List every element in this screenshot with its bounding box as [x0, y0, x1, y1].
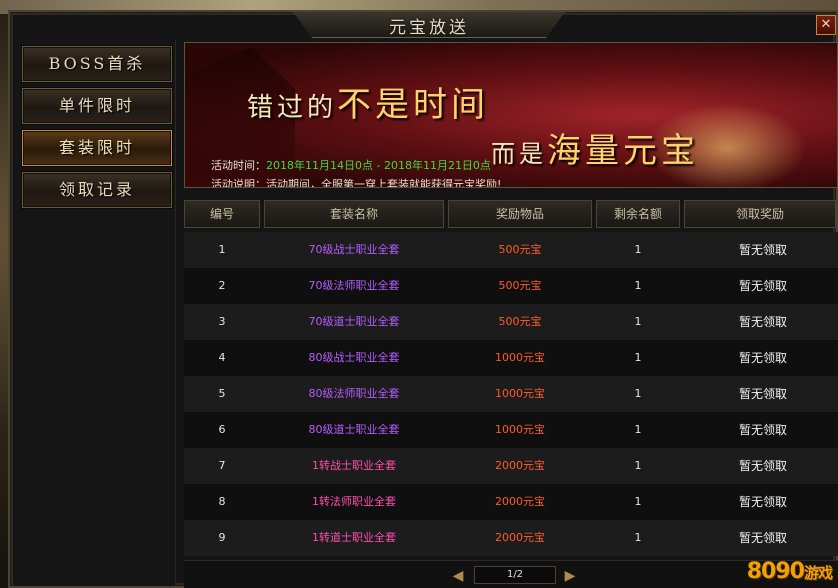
cell-set-name: 70级道士职业全套: [308, 315, 400, 328]
cell-claim-status[interactable]: 暂无领取: [684, 304, 838, 340]
slogan-2-highlight: 海量元宝: [547, 131, 699, 171]
cell-set-name: 80级战士职业全套: [308, 351, 400, 364]
cell-set-name: 70级战士职业全套: [308, 243, 400, 256]
cell-claim-status[interactable]: 暂无领取: [684, 484, 838, 520]
yuanbao-window: 元宝放送 ✕ BOSS首杀 单件限时 套装限时 领取记录 错过的不是时间 而是海…: [8, 10, 838, 588]
cell-id: 2: [218, 279, 226, 292]
watermark-digits: 8090: [746, 559, 805, 584]
cell-remaining: 1: [634, 495, 642, 508]
table-row: 6 80级道士职业全套 1000元宝 1 暂无领取: [184, 412, 838, 448]
cell-claim-status[interactable]: 暂无领取: [684, 520, 838, 556]
header-reward: 奖励物品: [448, 200, 592, 228]
cell-set-name: 1转法师职业全套: [312, 495, 396, 508]
cell-set-name: 80级道士职业全套: [308, 423, 400, 436]
table-row: 8 1转法师职业全套 2000元宝 1 暂无领取: [184, 484, 838, 520]
window-title: 元宝放送: [389, 18, 469, 38]
cell-claim-status[interactable]: 暂无领取: [684, 376, 838, 412]
cell-claim-status[interactable]: 暂无领取: [684, 268, 838, 304]
cell-remaining: 1: [634, 423, 642, 436]
cell-set-name: 1转道士职业全套: [312, 531, 396, 544]
cell-id: 3: [218, 315, 226, 328]
cell-remaining: 1: [634, 243, 642, 256]
cell-id: 1: [218, 243, 226, 256]
banner-slogan-2: 而是海量元宝: [491, 123, 699, 172]
prev-page-arrow-icon[interactable]: ◀: [450, 568, 466, 584]
sidebar-item-claim-records[interactable]: 领取记录: [22, 172, 172, 208]
page-indicator: 1/2: [474, 566, 556, 584]
cell-id: 6: [218, 423, 226, 436]
cell-reward: 1000元宝: [495, 423, 545, 436]
cell-id: 5: [218, 387, 226, 400]
pager: ◀ 1/2 ▶: [184, 560, 838, 588]
cell-claim-status[interactable]: 暂无领取: [684, 448, 838, 484]
table-body: 1 70级战士职业全套 500元宝 1 暂无领取 2 70级法师职业全套 500元宝 1 暂无领取…: [184, 232, 838, 556]
cell-remaining: 1: [634, 531, 642, 544]
slogan-2-prefix: 而是: [491, 140, 547, 168]
header-claim: 领取奖励: [684, 200, 836, 228]
cell-reward: 1000元宝: [495, 387, 545, 400]
cell-remaining: 1: [634, 459, 642, 472]
sidebar-item-set-limited[interactable]: 套装限时: [22, 130, 172, 166]
event-time-value: 2018年11月14日0点 - 2018年11月21日0点: [266, 159, 491, 172]
cell-claim-status[interactable]: 暂无领取: [684, 232, 838, 268]
cell-remaining: 1: [634, 351, 642, 364]
header-set-name: 套装名称: [264, 200, 444, 228]
cell-reward: 500元宝: [498, 279, 542, 292]
cell-reward: 500元宝: [498, 315, 542, 328]
watermark-cn: 游戏: [803, 564, 833, 582]
sidebar: BOSS首杀 单件限时 套装限时 领取记录: [14, 40, 176, 586]
table-row: 5 80级法师职业全套 1000元宝 1 暂无领取: [184, 376, 838, 412]
cell-claim-status[interactable]: 暂无领取: [684, 340, 838, 376]
sidebar-item-boss-first-kill[interactable]: BOSS首杀: [22, 46, 172, 82]
cell-reward: 1000元宝: [495, 351, 545, 364]
next-page-arrow-icon[interactable]: ▶: [562, 568, 578, 584]
table-row: 2 70级法师职业全套 500元宝 1 暂无领取: [184, 268, 838, 304]
table-header: 编号 套装名称 奖励物品 剩余名额 领取奖励: [184, 196, 838, 230]
table-row: 3 70级道士职业全套 500元宝 1 暂无领取: [184, 304, 838, 340]
cell-reward: 500元宝: [498, 243, 542, 256]
cell-remaining: 1: [634, 387, 642, 400]
cell-remaining: 1: [634, 279, 642, 292]
cell-id: 9: [218, 531, 226, 544]
cell-remaining: 1: [634, 315, 642, 328]
banner-slogan-1: 错过的不是时间: [247, 77, 489, 126]
event-time: 活动时间：2018年11月14日0点 - 2018年11月21日0点: [211, 157, 491, 173]
table-row: 7 1转战士职业全套 2000元宝 1 暂无领取: [184, 448, 838, 484]
cell-id: 4: [218, 351, 226, 364]
header-id: 编号: [184, 200, 260, 228]
table-row: 1 70级战士职业全套 500元宝 1 暂无领取: [184, 232, 838, 268]
cell-set-name: 70级法师职业全套: [308, 279, 400, 292]
close-button[interactable]: ✕: [816, 15, 836, 35]
cell-claim-status[interactable]: 暂无领取: [684, 412, 838, 448]
cell-reward: 2000元宝: [495, 531, 545, 544]
cell-reward: 2000元宝: [495, 459, 545, 472]
table-row: 4 80级战士职业全套 1000元宝 1 暂无领取: [184, 340, 838, 376]
slogan-1-prefix: 错过的: [247, 93, 338, 123]
cell-set-name: 1转战士职业全套: [312, 459, 396, 472]
site-watermark-logo: 8090游戏: [746, 559, 833, 584]
event-description: 活动说明：活动期间，全服第一穿上套装就能获得元宝奖励!: [211, 178, 502, 188]
table-row: 9 1转道士职业全套 2000元宝 1 暂无领取: [184, 520, 838, 556]
event-time-label: 活动时间：: [211, 159, 266, 172]
sidebar-item-single-limited[interactable]: 单件限时: [22, 88, 172, 124]
header-remaining: 剩余名额: [596, 200, 680, 228]
event-banner: 错过的不是时间 而是海量元宝 活动时间：2018年11月14日0点 - 2018…: [184, 42, 838, 188]
slogan-1-highlight: 不是时间: [337, 85, 490, 125]
cell-set-name: 80级法师职业全套: [308, 387, 400, 400]
cell-id: 8: [218, 495, 226, 508]
cell-reward: 2000元宝: [495, 495, 545, 508]
reward-table: 编号 套装名称 奖励物品 剩余名额 领取奖励 1 70级战士职业全套 500元宝 1 暂…: [184, 196, 838, 556]
cell-id: 7: [218, 459, 226, 472]
